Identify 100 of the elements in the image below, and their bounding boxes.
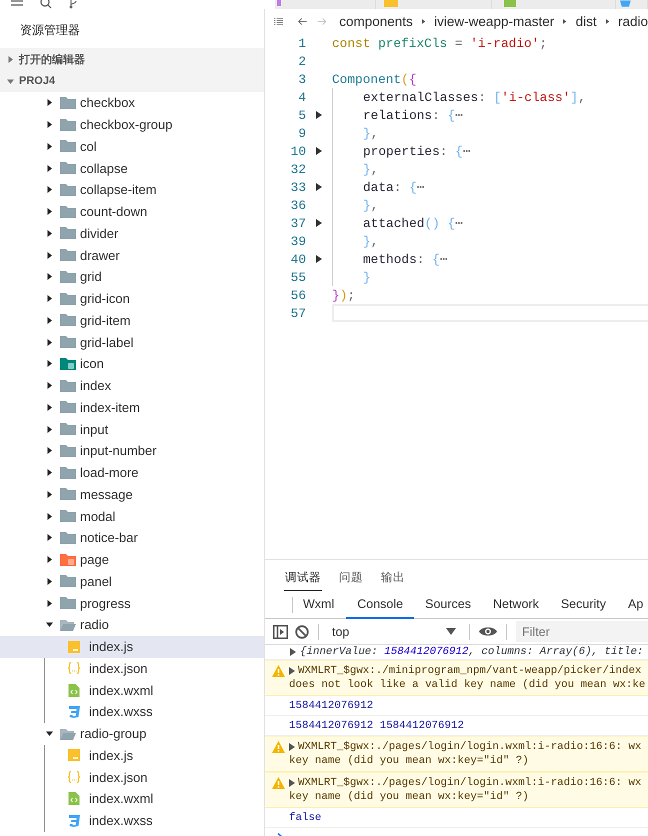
tree-item[interactable]: index.wxss — [45, 810, 264, 832]
tree-item[interactable]: message — [0, 484, 264, 506]
back-arrow-icon[interactable] — [298, 16, 308, 27]
folder-icon — [60, 510, 76, 522]
tree-item[interactable]: radio — [0, 614, 264, 636]
devtools-tab[interactable]: Console — [346, 591, 414, 619]
folder-icon — [60, 532, 76, 544]
breadcrumb-item[interactable]: radio — [618, 14, 648, 29]
expand-arrow-icon[interactable] — [290, 648, 296, 656]
section-header[interactable]: PROJ4 — [0, 70, 264, 92]
tree-item[interactable]: index — [0, 374, 264, 396]
tree-item[interactable]: index.js — [45, 744, 264, 766]
tree-item[interactable]: input-number — [0, 440, 264, 462]
code-line: }); — [332, 288, 356, 302]
tree-item[interactable]: index.json — [45, 766, 264, 788]
tree-item[interactable]: index.js — [0, 636, 264, 658]
panel-tab[interactable]: 问题 — [338, 570, 364, 591]
panel-tab[interactable]: 调试器 — [284, 570, 322, 591]
tree-item[interactable]: modal — [0, 505, 264, 527]
tree-item[interactable]: radio-group — [0, 722, 264, 744]
search-icon[interactable] — [40, 0, 52, 9]
clear-icon[interactable] — [295, 624, 309, 638]
js-file-icon — [67, 749, 81, 762]
chevron-icon — [606, 18, 609, 25]
tree-item[interactable]: load-more — [0, 462, 264, 484]
fold-arrow-icon[interactable] — [316, 219, 322, 227]
tree-item[interactable]: progress — [0, 592, 264, 614]
folder-icon — [60, 162, 76, 174]
devtools-tab[interactable]: Ap — [616, 591, 648, 619]
tree-item[interactable]: panel — [0, 570, 264, 592]
tree-item[interactable]: drawer — [0, 244, 264, 266]
tree-item[interactable]: count-down — [0, 200, 264, 222]
tree-item[interactable]: grid-item — [0, 310, 264, 332]
folder-icon — [60, 270, 76, 283]
filter-field[interactable]: Filter — [516, 621, 648, 642]
tree-item[interactable]: collapse — [0, 157, 264, 179]
folder-icon — [60, 597, 76, 610]
section-header[interactable]: 打开的编辑器 — [0, 48, 264, 70]
console-message: key name (did you mean wx:key="id" ?) — [289, 754, 530, 768]
braces-icon — [67, 771, 81, 784]
devtools-tab[interactable]: Sources — [414, 591, 482, 619]
tree-item[interactable]: collapse-item — [0, 179, 264, 201]
folder-icon — [60, 401, 76, 414]
tree-item[interactable]: notice-bar — [0, 527, 264, 549]
js-file-icon — [384, 0, 398, 9]
list-icon[interactable] — [274, 16, 284, 27]
fold-arrow-icon[interactable] — [316, 111, 322, 119]
folder-icon — [60, 96, 76, 109]
folder-icon — [60, 358, 76, 370]
tree-item[interactable]: grid — [0, 266, 264, 288]
line-number: 37 — [290, 216, 306, 230]
line-number: 57 — [290, 306, 306, 320]
tree-item[interactable]: page — [0, 548, 264, 570]
eye-icon[interactable] — [479, 626, 497, 637]
devtools-tab[interactable]: Wxml — [299, 591, 346, 619]
panel-tab[interactable]: 输出 — [380, 570, 406, 591]
line-number: 2 — [297, 54, 306, 68]
code-line: attached() {⋯ — [363, 216, 463, 230]
devtools-tab[interactable]: Network — [482, 591, 550, 619]
fold-arrow-icon[interactable] — [316, 183, 322, 191]
breadcrumb-item[interactable]: iview-weapp-master — [434, 14, 554, 29]
console-message: key name (did you mean wx:key="id" ?) — [289, 790, 530, 804]
tree-item[interactable]: grid-icon — [0, 288, 264, 310]
tree-item[interactable]: icon — [0, 353, 264, 375]
tree-item[interactable]: index.json — [45, 658, 264, 680]
tree-item[interactable]: index.wxss — [45, 701, 264, 723]
console-message: WXMLRT_$gwx:./pages/login/login.wxml:i-radio:16:6: wx — [298, 740, 642, 754]
tree-item[interactable]: checkbox-group — [0, 114, 264, 136]
tree-item[interactable]: grid-label — [0, 331, 264, 353]
folder-icon — [60, 140, 76, 152]
folder-icon — [60, 423, 76, 436]
fold-arrow-icon[interactable] — [316, 255, 322, 263]
line-number: 56 — [290, 288, 306, 302]
tree-item[interactable]: index-item — [0, 396, 264, 418]
tree-item[interactable]: checkbox — [0, 92, 264, 114]
folder-icon — [60, 227, 76, 240]
tree-item[interactable]: col — [0, 136, 264, 158]
sidebar-toggle-icon[interactable] — [273, 624, 288, 638]
chevron-icon — [563, 18, 567, 25]
tree-item[interactable]: index.wxml — [45, 679, 264, 701]
braces-icon — [67, 662, 81, 674]
code-line: }, — [363, 126, 378, 140]
devtools-tab[interactable]: Security — [550, 591, 617, 619]
breadcrumb-item[interactable]: dist — [576, 14, 597, 29]
folder-icon — [60, 444, 76, 457]
context-select[interactable]: top — [328, 624, 460, 638]
expand-arrow-icon[interactable] — [289, 743, 295, 751]
code-line: }, — [363, 162, 378, 176]
explorer-title: 资源管理器 — [19, 22, 81, 39]
breadcrumb-item[interactable]: components — [339, 14, 413, 29]
branch-icon[interactable] — [68, 0, 78, 9]
expand-arrow-icon[interactable] — [289, 667, 295, 675]
dropdown-caret-icon — [446, 628, 456, 635]
tree-item[interactable]: divider — [0, 222, 264, 244]
fold-arrow-icon[interactable] — [316, 147, 322, 155]
tree-item[interactable]: input — [0, 418, 264, 440]
folder-icon — [60, 554, 76, 566]
tree-item[interactable]: index.wxml — [45, 788, 264, 810]
expand-arrow-icon[interactable] — [289, 779, 295, 787]
folder-icon — [60, 314, 76, 326]
